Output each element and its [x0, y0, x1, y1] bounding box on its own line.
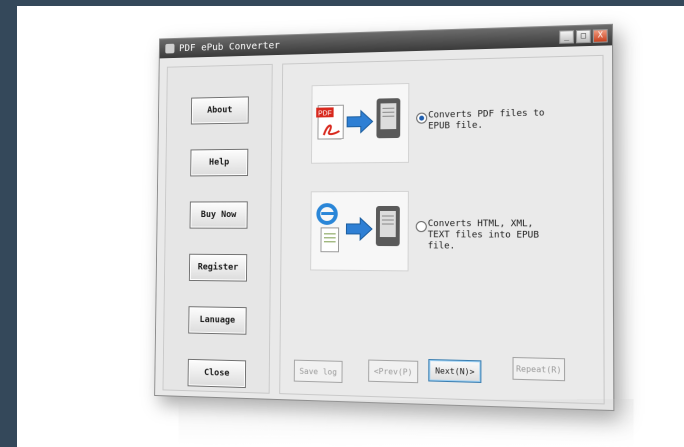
html-to-epub-illustration: [311, 192, 400, 270]
window-body: About Help Buy Now Register Lanuage Clos…: [155, 46, 613, 410]
screenshot-canvas: PDF ePub Converter _ □ X About Help Buy …: [17, 6, 684, 447]
next-button[interactable]: Next(N)>: [428, 359, 482, 383]
close-button[interactable]: Close: [187, 358, 247, 389]
option-thumbnail: PDF: [311, 82, 410, 164]
arrow-right-icon: [346, 218, 372, 240]
help-button[interactable]: Help: [190, 148, 249, 177]
repeat-button[interactable]: Repeat(R): [512, 356, 566, 382]
option-html-label: Converts HTML, XML, TEXT files into EPUB…: [427, 219, 539, 252]
sidebar: About Help Buy Now Register Lanuage Clos…: [162, 63, 273, 394]
option-pdf-label: Converts PDF files to EPUB file.: [428, 108, 545, 132]
internet-explorer-icon: [318, 205, 336, 223]
option-thumbnail: [310, 190, 409, 272]
ebook-reader-icon: [376, 98, 401, 139]
option-html-to-epub[interactable]: Converts HTML, XML, TEXT files into EPUB…: [310, 190, 605, 273]
main-panel: PDF Converts PDF files to EPUB file. Con…: [279, 54, 605, 405]
close-window-button[interactable]: X: [592, 28, 608, 43]
window-title: PDF ePub Converter: [178, 39, 280, 54]
option-html-radio[interactable]: [415, 221, 427, 233]
ebook-reader-icon: [375, 205, 400, 247]
buy-now-button[interactable]: Buy Now: [189, 201, 248, 229]
about-button[interactable]: About: [190, 96, 249, 125]
language-button[interactable]: Lanuage: [188, 306, 247, 335]
window-reflection: [178, 399, 634, 447]
minimize-button[interactable]: _: [559, 29, 574, 44]
option-pdf-to-epub[interactable]: PDF Converts PDF files to EPUB file.: [311, 78, 605, 164]
window-controls: _ □ X: [559, 28, 608, 44]
svg-text:PDF: PDF: [318, 110, 332, 117]
save-log-button[interactable]: Save log: [293, 359, 343, 384]
stage: PDF ePub Converter _ □ X About Help Buy …: [17, 6, 684, 447]
register-button[interactable]: Register: [188, 253, 248, 282]
option-pdf-radio[interactable]: [416, 112, 428, 124]
maximize-button[interactable]: □: [576, 29, 591, 43]
app-icon: [165, 43, 175, 54]
pdf-file-icon: PDF: [316, 105, 343, 139]
prev-button[interactable]: <Prev(P): [368, 359, 419, 384]
app-window: PDF ePub Converter _ □ X About Help Buy …: [154, 23, 615, 412]
arrow-right-icon: [347, 111, 373, 133]
pdf-to-epub-illustration: PDF: [312, 98, 401, 163]
text-document-icon: [321, 228, 339, 252]
